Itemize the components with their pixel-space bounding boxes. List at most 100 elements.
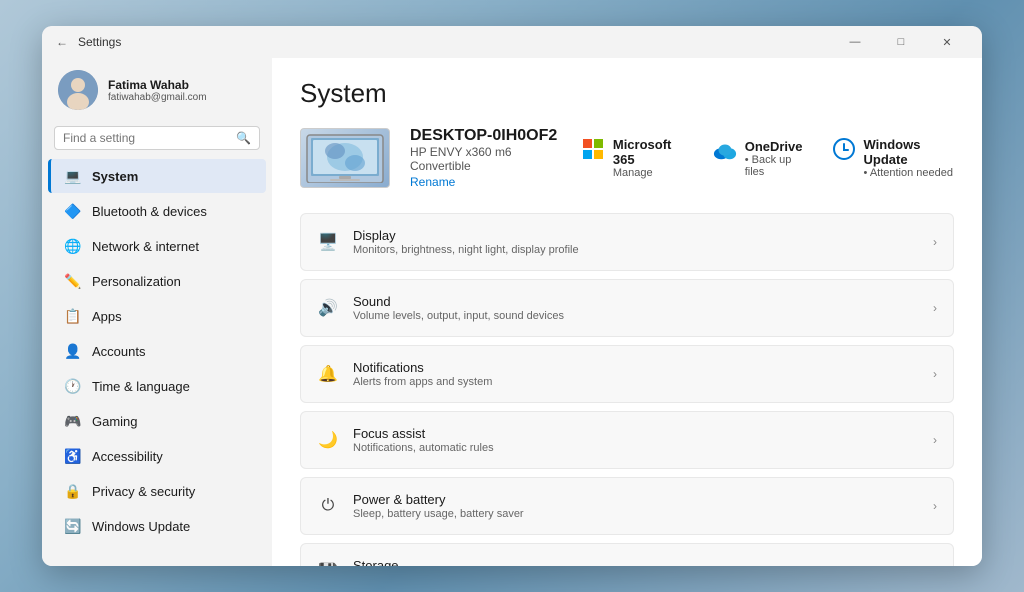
service-windowsupdate-name: Windows Update — [864, 137, 954, 167]
avatar — [58, 70, 98, 110]
display-text: Display Monitors, brightness, night ligh… — [353, 228, 919, 256]
sidebar-item-accounts[interactable]: 👤 Accounts — [48, 334, 266, 368]
user-info: Fatima Wahab fatiwahab@gmail.com — [108, 78, 207, 103]
windowsupdate-icon — [832, 137, 856, 161]
sidebar-item-label: Windows Update — [92, 519, 190, 534]
sidebar-item-accessibility[interactable]: ♿ Accessibility — [48, 439, 266, 473]
focus-desc: Notifications, automatic rules — [353, 442, 919, 454]
main-content: Fatima Wahab fatiwahab@gmail.com 🔍 💻 Sys… — [42, 58, 982, 566]
sidebar-item-label: Accounts — [92, 344, 145, 359]
sidebar-item-bluetooth[interactable]: 🔷 Bluetooth & devices — [48, 194, 266, 228]
notifications-chevron: › — [933, 367, 937, 381]
service-onedrive-sub: • Back up files — [745, 154, 804, 178]
sidebar-item-gaming[interactable]: 🎮 Gaming — [48, 404, 266, 438]
display-title: Display — [353, 228, 919, 243]
search-box: 🔍 — [54, 126, 260, 150]
focus-text: Focus assist Notifications, automatic ru… — [353, 426, 919, 454]
page-title: System — [300, 78, 954, 109]
time-icon: 🕐 — [64, 377, 82, 395]
sidebar-item-network[interactable]: 🌐 Network & internet — [48, 229, 266, 263]
settings-list: 🖥️ Display Monitors, brightness, night l… — [300, 213, 954, 566]
close-button[interactable]: ✕ — [924, 26, 970, 58]
storage-icon: 💾 — [317, 561, 339, 566]
gaming-icon: 🎮 — [64, 412, 82, 430]
sidebar-item-label: Accessibility — [92, 449, 163, 464]
sound-text: Sound Volume levels, output, input, soun… — [353, 294, 919, 322]
device-card: DESKTOP-0IH0OF2 HP ENVY x360 m6 Converti… — [300, 127, 954, 189]
onedrive-icon — [713, 139, 737, 163]
sound-desc: Volume levels, output, input, sound devi… — [353, 310, 919, 322]
focus-title: Focus assist — [353, 426, 919, 441]
notifications-icon: 🔔 — [317, 363, 339, 385]
user-section: Fatima Wahab fatiwahab@gmail.com — [42, 58, 272, 122]
notifications-title: Notifications — [353, 360, 919, 375]
search-input[interactable] — [63, 131, 230, 145]
sound-chevron: › — [933, 301, 937, 315]
window-controls: — □ ✕ — [832, 26, 970, 58]
sidebar-item-label: Privacy & security — [92, 484, 195, 499]
service-microsoft365-name: Microsoft 365 — [613, 137, 685, 167]
user-name: Fatima Wahab — [108, 78, 207, 92]
user-email: fatiwahab@gmail.com — [108, 92, 207, 103]
microsoft365-icon — [581, 137, 605, 161]
sidebar-item-apps[interactable]: 📋 Apps — [48, 299, 266, 333]
storage-text: Storage Storage space, drives, configura… — [353, 558, 919, 566]
system-icon: 💻 — [64, 167, 82, 185]
service-onedrive-name: OneDrive — [745, 139, 804, 154]
bluetooth-icon: 🔷 — [64, 202, 82, 220]
device-services: Microsoft 365 Manage — [581, 137, 954, 179]
apps-icon: 📋 — [64, 307, 82, 325]
back-button[interactable]: ← — [54, 34, 70, 50]
sidebar-item-time[interactable]: 🕐 Time & language — [48, 369, 266, 403]
service-microsoft365-sub: Manage — [613, 167, 685, 179]
settings-item-display[interactable]: 🖥️ Display Monitors, brightness, night l… — [300, 213, 954, 271]
display-desc: Monitors, brightness, night light, displ… — [353, 244, 919, 256]
service-onedrive[interactable]: OneDrive • Back up files — [713, 139, 804, 178]
storage-title: Storage — [353, 558, 919, 566]
service-microsoft365[interactable]: Microsoft 365 Manage — [581, 137, 685, 179]
privacy-icon: 🔒 — [64, 482, 82, 500]
sidebar-item-label: Network & internet — [92, 239, 199, 254]
power-icon: ⏻ — [317, 495, 339, 517]
device-name: DESKTOP-0IH0OF2 — [410, 127, 561, 145]
settings-item-power[interactable]: ⏻ Power & battery Sleep, battery usage, … — [300, 477, 954, 535]
device-thumbnail — [300, 128, 390, 188]
minimize-button[interactable]: — — [832, 26, 878, 58]
service-onedrive-info: OneDrive • Back up files — [745, 139, 804, 178]
sidebar: Fatima Wahab fatiwahab@gmail.com 🔍 💻 Sys… — [42, 58, 272, 566]
power-title: Power & battery — [353, 492, 919, 507]
settings-item-focus[interactable]: 🌙 Focus assist Notifications, automatic … — [300, 411, 954, 469]
device-rename[interactable]: Rename — [410, 175, 561, 189]
settings-item-notifications[interactable]: 🔔 Notifications Alerts from apps and sys… — [300, 345, 954, 403]
storage-chevron: › — [933, 565, 937, 566]
focus-chevron: › — [933, 433, 937, 447]
sidebar-item-personalization[interactable]: ✏️ Personalization — [48, 264, 266, 298]
sidebar-item-label: Bluetooth & devices — [92, 204, 207, 219]
service-windowsupdate-info: Windows Update • Attention needed — [864, 137, 954, 179]
service-microsoft365-info: Microsoft 365 Manage — [613, 137, 685, 179]
service-windowsupdate[interactable]: Windows Update • Attention needed — [832, 137, 954, 179]
nav-list: 💻 System🔷 Bluetooth & devices🌐 Network &… — [42, 158, 272, 544]
titlebar: ← Settings — □ ✕ — [42, 26, 982, 58]
update-icon: 🔄 — [64, 517, 82, 535]
display-chevron: › — [933, 235, 937, 249]
display-icon: 🖥️ — [317, 231, 339, 253]
power-chevron: › — [933, 499, 937, 513]
window-title: Settings — [78, 35, 832, 49]
service-windowsupdate-sub: • Attention needed — [864, 167, 954, 179]
settings-item-sound[interactable]: 🔊 Sound Volume levels, output, input, so… — [300, 279, 954, 337]
accounts-icon: 👤 — [64, 342, 82, 360]
focus-icon: 🌙 — [317, 429, 339, 451]
sound-title: Sound — [353, 294, 919, 309]
settings-item-storage[interactable]: 💾 Storage Storage space, drives, configu… — [300, 543, 954, 566]
search-icon: 🔍 — [236, 131, 251, 145]
sidebar-item-update[interactable]: 🔄 Windows Update — [48, 509, 266, 543]
sound-icon: 🔊 — [317, 297, 339, 319]
content-area: System DE — [272, 58, 982, 566]
sidebar-item-label: Apps — [92, 309, 122, 324]
sidebar-item-privacy[interactable]: 🔒 Privacy & security — [48, 474, 266, 508]
maximize-button[interactable]: □ — [878, 26, 924, 58]
sidebar-item-system[interactable]: 💻 System — [48, 159, 266, 193]
settings-window: ← Settings — □ ✕ Fatima Wahab — [42, 26, 982, 566]
power-desc: Sleep, battery usage, battery saver — [353, 508, 919, 520]
